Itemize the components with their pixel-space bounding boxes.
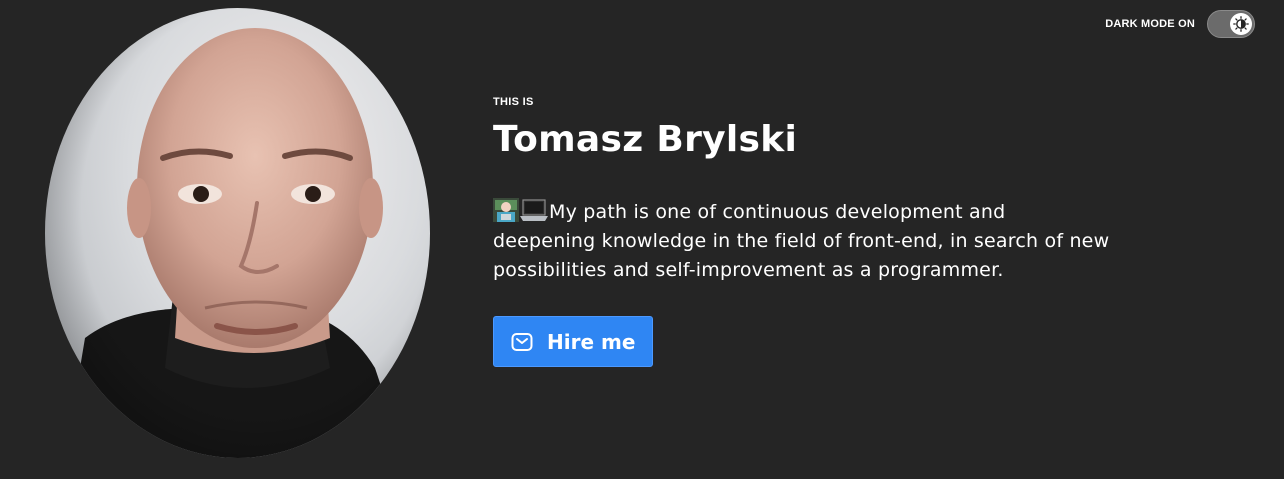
mail-icon [511, 332, 533, 351]
page: DARK MODE ON THIS IS Tomasz Brylski My p… [0, 0, 1284, 479]
hero-content: THIS IS Tomasz Brylski My path is one of… [493, 96, 1133, 367]
theme-switcher: DARK MODE ON [1105, 10, 1255, 38]
toggle-knob [1230, 13, 1252, 35]
hire-me-label: Hire me [547, 329, 636, 354]
hero-name: Tomasz Brylski [493, 119, 798, 160]
hire-me-button[interactable]: Hire me [493, 316, 654, 367]
profile-photo [45, 8, 430, 458]
hero-eyebrow: THIS IS [493, 96, 534, 108]
portrait-illustration [45, 8, 430, 458]
theme-label: DARK MODE ON [1105, 18, 1195, 30]
hero-bio: My path is one of continuous development… [493, 198, 1113, 285]
dark-mode-toggle[interactable] [1207, 10, 1255, 38]
brightness-half-icon [1233, 16, 1249, 32]
technologist-emoji [493, 198, 519, 222]
hero-bio-text: My path is one of continuous development… [493, 201, 1110, 281]
laptop-emoji [520, 199, 548, 221]
